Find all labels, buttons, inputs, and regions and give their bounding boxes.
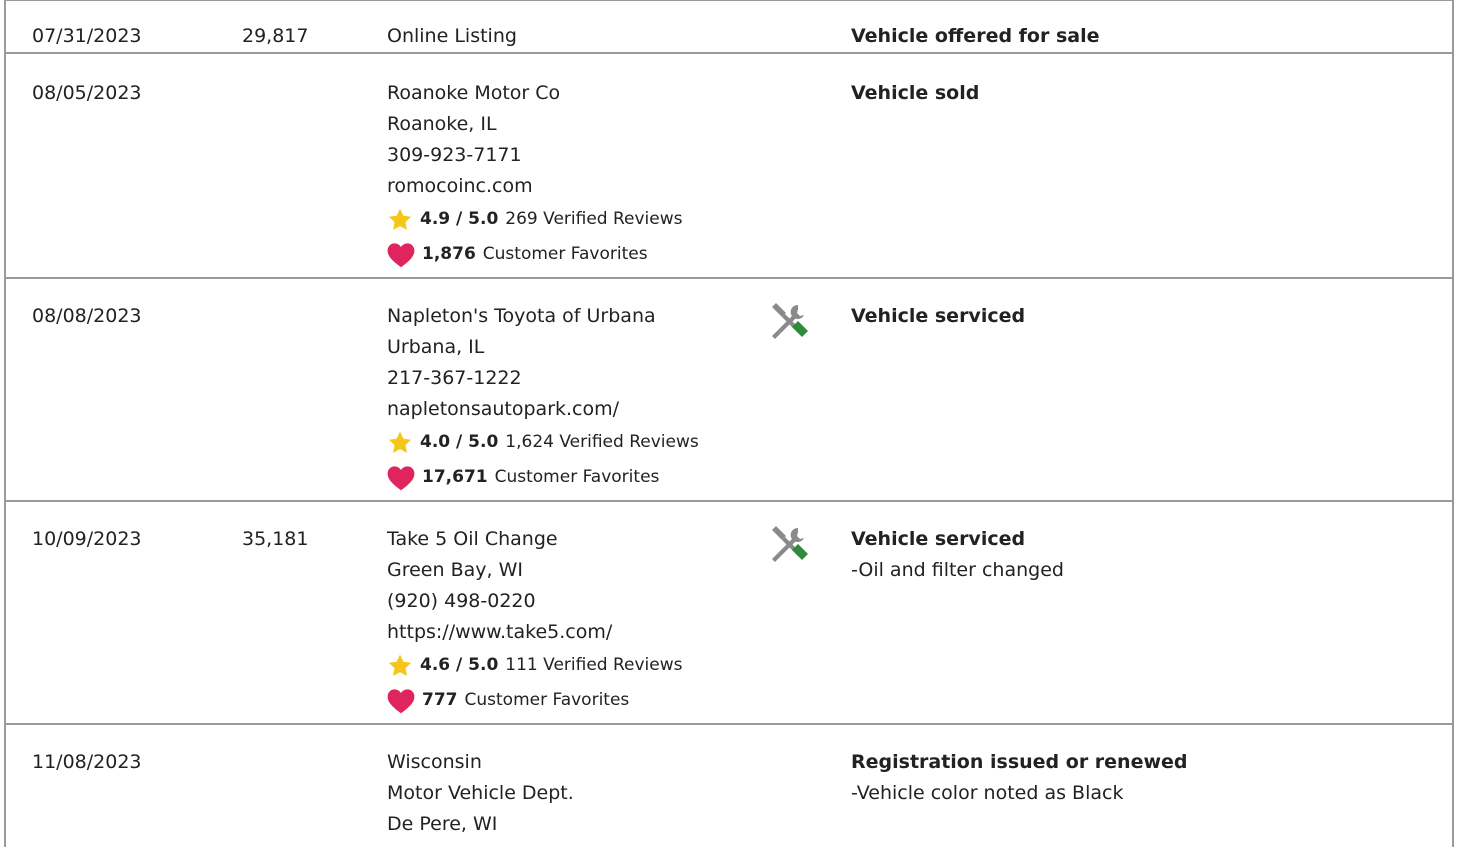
record-detail-title: Registration issued or renewed <box>851 751 1188 773</box>
rating-value: 4.0 / 5.0 <box>420 432 499 452</box>
source-location: Green Bay, WI <box>387 559 523 581</box>
rating-value: 4.9 / 5.0 <box>420 209 499 229</box>
source-name: Napleton's Toyota of Urbana <box>387 305 656 327</box>
record-source: Wisconsin Motor Vehicle Dept. De Pere, W… <box>387 747 574 840</box>
record-source: Roanoke Motor Co Roanoke, IL 309-923-717… <box>387 78 683 272</box>
source-phone[interactable]: 217-367-1222 <box>387 363 699 394</box>
record-source: Napleton's Toyota of Urbana Urbana, IL 2… <box>387 301 699 495</box>
record-date: 08/08/2023 <box>32 305 142 327</box>
favorites-label: Customer Favorites <box>482 244 648 264</box>
source-rating[interactable]: 4.6 / 5.0 111 Verified Reviews <box>387 648 683 683</box>
record-date: 10/09/2023 <box>32 528 142 550</box>
source-location: Roanoke, IL <box>387 113 497 135</box>
favorites-label: Customer Favorites <box>464 690 630 710</box>
record-detail-title: Vehicle sold <box>851 82 980 104</box>
record-detail-title: Vehicle serviced <box>851 528 1026 550</box>
source-favorites[interactable]: 17,671 Customer Favorites <box>387 460 699 495</box>
favorites-count: 777 <box>422 690 458 710</box>
source-favorites[interactable]: 1,876 Customer Favorites <box>387 237 683 272</box>
record-detail: Vehicle serviced -Oil and filter changed <box>851 524 1064 586</box>
record-detail-note: -Vehicle color noted as Black <box>851 782 1124 804</box>
record-source: Take 5 Oil Change Green Bay, WI (920) 49… <box>387 524 683 718</box>
star-icon <box>388 208 412 230</box>
service-tools-icon <box>768 301 808 341</box>
record-date: 08/05/2023 <box>32 82 142 104</box>
heart-icon <box>387 465 415 490</box>
heart-icon <box>387 688 415 713</box>
record-detail-note: -Oil and filter changed <box>851 559 1064 581</box>
record-date: 07/31/2023 <box>32 25 142 47</box>
source-location: De Pere, WI <box>387 813 498 835</box>
source-agency: Motor Vehicle Dept. <box>387 782 574 804</box>
star-icon <box>388 431 412 453</box>
source-name: Take 5 Oil Change <box>387 528 558 550</box>
record-mileage: 29,817 <box>242 25 309 47</box>
favorites-label: Customer Favorites <box>494 467 660 487</box>
record-detail-title: Vehicle serviced <box>851 305 1026 327</box>
source-favorites[interactable]: 777 Customer Favorites <box>387 683 683 718</box>
history-row: 11/08/2023 Wisconsin Motor Vehicle Dept.… <box>6 723 1452 849</box>
source-location: Urbana, IL <box>387 336 485 358</box>
review-count: 269 Verified Reviews <box>505 209 683 229</box>
record-mileage: 35,181 <box>242 528 309 550</box>
heart-icon <box>387 242 415 267</box>
favorites-count: 17,671 <box>422 467 488 487</box>
record-detail: Registration issued or renewed -Vehicle … <box>851 747 1188 809</box>
record-source: Online Listing <box>387 21 517 52</box>
source-name: Roanoke Motor Co <box>387 82 561 104</box>
source-rating[interactable]: 4.9 / 5.0 269 Verified Reviews <box>387 202 683 237</box>
vehicle-history-table: 07/31/2023 29,817 Online Listing Vehicle… <box>4 0 1454 847</box>
source-rating[interactable]: 4.0 / 5.0 1,624 Verified Reviews <box>387 425 699 460</box>
record-detail-title: Vehicle offered for sale <box>851 25 1100 47</box>
review-count: 111 Verified Reviews <box>505 655 683 675</box>
history-row: 08/05/2023 Roanoke Motor Co Roanoke, IL … <box>6 52 1452 279</box>
history-row: 08/08/2023 Napleton's Toyota of Urbana U… <box>6 277 1452 502</box>
source-name: Wisconsin <box>387 751 482 773</box>
source-website[interactable]: napletonsautopark.com/ <box>387 394 699 425</box>
source-website[interactable]: https://www.take5.com/ <box>387 617 683 648</box>
source-website[interactable]: romocoinc.com <box>387 171 683 202</box>
history-row: 07/31/2023 29,817 Online Listing Vehicle… <box>6 0 1452 54</box>
service-tools-icon <box>768 524 808 564</box>
star-icon <box>388 654 412 676</box>
history-row: 10/09/2023 35,181 Take 5 Oil Change Gree… <box>6 500 1452 725</box>
review-count: 1,624 Verified Reviews <box>505 432 699 452</box>
source-phone[interactable]: 309-923-7171 <box>387 140 683 171</box>
favorites-count: 1,876 <box>422 244 476 264</box>
rating-value: 4.6 / 5.0 <box>420 655 499 675</box>
source-name: Online Listing <box>387 25 517 47</box>
record-date: 11/08/2023 <box>32 751 142 773</box>
source-phone[interactable]: (920) 498-0220 <box>387 586 683 617</box>
